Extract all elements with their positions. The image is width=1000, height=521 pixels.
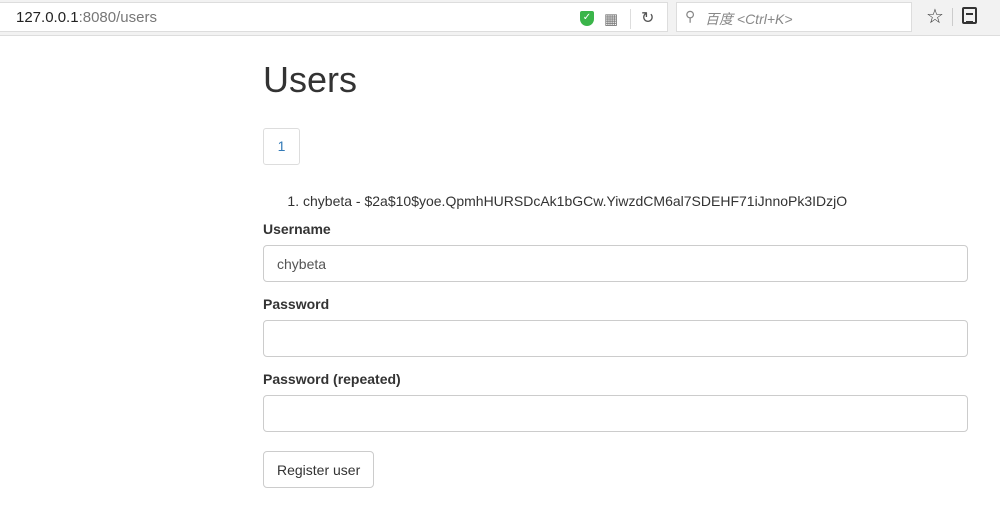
page-title: Users bbox=[263, 59, 358, 100]
username-input[interactable] bbox=[263, 245, 968, 282]
search-box[interactable]: ⚲ 百度 <Ctrl+K> bbox=[676, 2, 912, 32]
divider bbox=[630, 9, 631, 29]
address-bar[interactable]: 127.0.0.1:8080/users ✓ ▦ ↻ bbox=[0, 2, 668, 32]
divider bbox=[952, 8, 953, 26]
register-user-button[interactable]: Register user bbox=[263, 451, 375, 488]
main-content: Users 1 chybeta - $2a$10$yoe.QpmhHURSDcA… bbox=[263, 36, 969, 488]
security-shield-icon[interactable]: ✓ bbox=[580, 11, 594, 26]
search-icon: ⚲ bbox=[685, 8, 696, 24]
password-repeated-label: Password (repeated) bbox=[263, 371, 401, 387]
browser-toolbar: 127.0.0.1:8080/users ✓ ▦ ↻ ⚲ 百度 <Ctrl+K>… bbox=[0, 0, 1000, 36]
pagination-page-1[interactable]: 1 bbox=[263, 128, 300, 165]
password-label: Password bbox=[263, 296, 330, 312]
list-item: chybeta - $2a$10$yoe.QpmhHURSDcAk1bGCw.Y… bbox=[303, 193, 969, 209]
password-input[interactable] bbox=[263, 320, 968, 357]
bookmarks-list-icon[interactable] bbox=[962, 7, 977, 24]
user-list: chybeta - $2a$10$yoe.QpmhHURSDcAk1bGCw.Y… bbox=[263, 193, 969, 209]
qr-code-icon[interactable]: ▦ bbox=[604, 10, 618, 28]
username-label: Username bbox=[263, 221, 331, 237]
password-repeated-input[interactable] bbox=[263, 395, 968, 432]
url-text: 127.0.0.1:8080/users bbox=[16, 9, 157, 26]
search-placeholder: 百度 <Ctrl+K> bbox=[705, 11, 793, 27]
bookmark-star-icon[interactable]: ☆ bbox=[926, 4, 944, 29]
reload-icon[interactable]: ↻ bbox=[641, 8, 654, 28]
